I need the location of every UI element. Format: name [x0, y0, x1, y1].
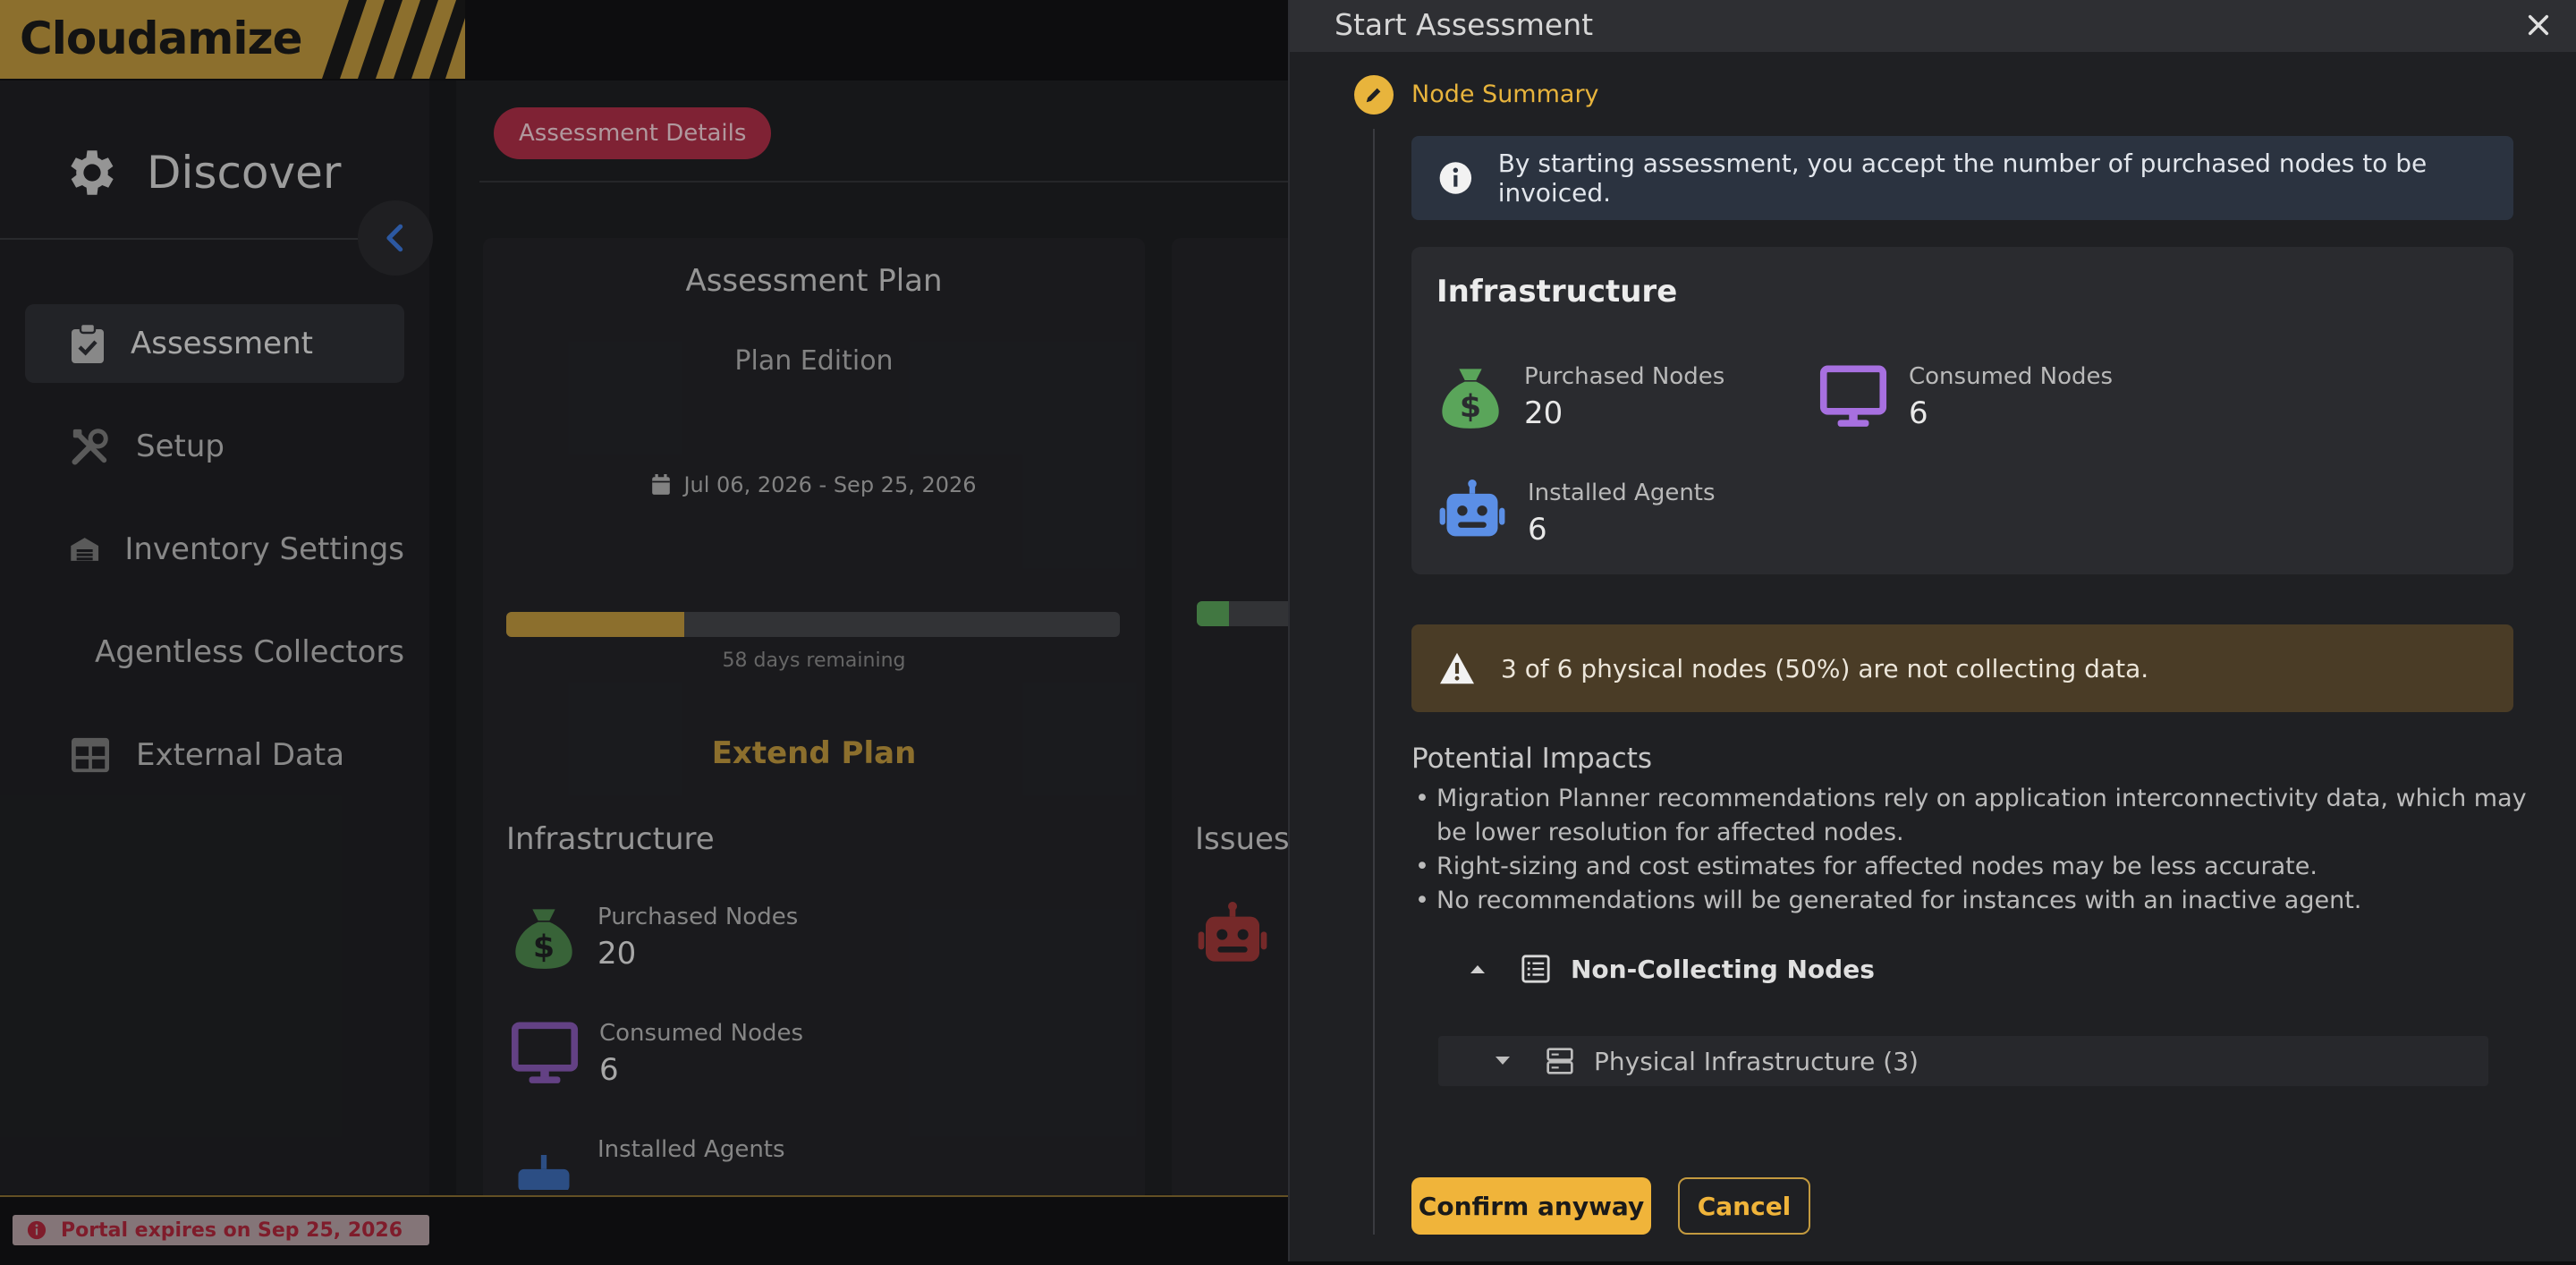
- dialog-infrastructure-card: Infrastructure $ Purchased Nodes 20 Cons…: [1411, 247, 2513, 574]
- dialog-title: Start Assessment: [1335, 7, 1594, 42]
- list-icon: [1521, 955, 1550, 983]
- cancel-button[interactable]: Cancel: [1678, 1177, 1810, 1235]
- caret-up-icon: [1470, 965, 1485, 973]
- server-icon: [1546, 1048, 1573, 1074]
- dialog-infrastructure-title: Infrastructure: [1436, 274, 1678, 310]
- pencil-icon: [1366, 88, 1381, 103]
- warning-text: 3 of 6 physical nodes (50%) are not coll…: [1501, 653, 2149, 683]
- step-label: Node Summary: [1411, 81, 1599, 108]
- monitor-icon: [1819, 365, 1887, 427]
- robot-icon: [1439, 480, 1505, 537]
- dialog-installed-agents-label: Installed Agents: [1528, 480, 1716, 506]
- dialog-purchased-nodes-value: 20: [1524, 395, 1563, 431]
- invoice-info-alert: By starting assessment, you accept the n…: [1411, 136, 2513, 220]
- dialog-purchased-nodes-label: Purchased Nodes: [1524, 363, 1725, 390]
- non-collecting-warning-alert: 3 of 6 physical nodes (50%) are not coll…: [1411, 624, 2513, 712]
- confirm-anyway-button[interactable]: Confirm anyway: [1411, 1177, 1651, 1235]
- impact-item: Right-sizing and cost estimates for affe…: [1411, 850, 2538, 884]
- dialog-purchased-nodes-stat: $ Purchased Nodes 20: [1436, 363, 1724, 431]
- physical-infrastructure-row[interactable]: Physical Infrastructure (3): [1438, 1036, 2488, 1086]
- non-collecting-nodes-label: Non-Collecting Nodes: [1571, 954, 1875, 984]
- impact-item: No recommendations will be generated for…: [1411, 884, 2538, 918]
- dialog-installed-agents-value: 6: [1528, 512, 1547, 548]
- info-circle-icon: [1439, 162, 1472, 194]
- invoice-info-text: By starting assessment, you accept the n…: [1497, 149, 2428, 208]
- close-dialog-button[interactable]: [2526, 13, 2551, 38]
- start-assessment-dialog: Start Assessment Node Summary By startin…: [1288, 0, 2576, 1261]
- svg-text:$: $: [1460, 389, 1481, 425]
- potential-impacts-list: Migration Planner recommendations rely o…: [1411, 782, 2538, 918]
- non-collecting-nodes-toggle[interactable]: Non-Collecting Nodes: [1469, 948, 1875, 989]
- potential-impacts-title: Potential Impacts: [1411, 743, 1653, 775]
- warning-triangle-icon: [1440, 652, 1474, 684]
- physical-infrastructure-label: Physical Infrastructure (3): [1594, 1046, 1919, 1076]
- dialog-header: Start Assessment: [1290, 0, 2576, 52]
- money-bag-icon: $: [1442, 369, 1499, 429]
- step-indicator: [1354, 75, 1394, 115]
- dialog-consumed-nodes-value: 6: [1909, 395, 1928, 431]
- dialog-consumed-nodes-label: Consumed Nodes: [1909, 363, 2114, 390]
- impact-item: Migration Planner recommendations rely o…: [1411, 782, 2538, 850]
- dialog-consumed-nodes-stat: Consumed Nodes 6: [1818, 363, 2113, 431]
- step-connector-line: [1373, 129, 1375, 1235]
- dialog-installed-agents-stat: Installed Agents 6: [1436, 480, 1716, 548]
- close-icon: [2528, 14, 2549, 36]
- caret-down-icon: [1496, 1057, 1510, 1065]
